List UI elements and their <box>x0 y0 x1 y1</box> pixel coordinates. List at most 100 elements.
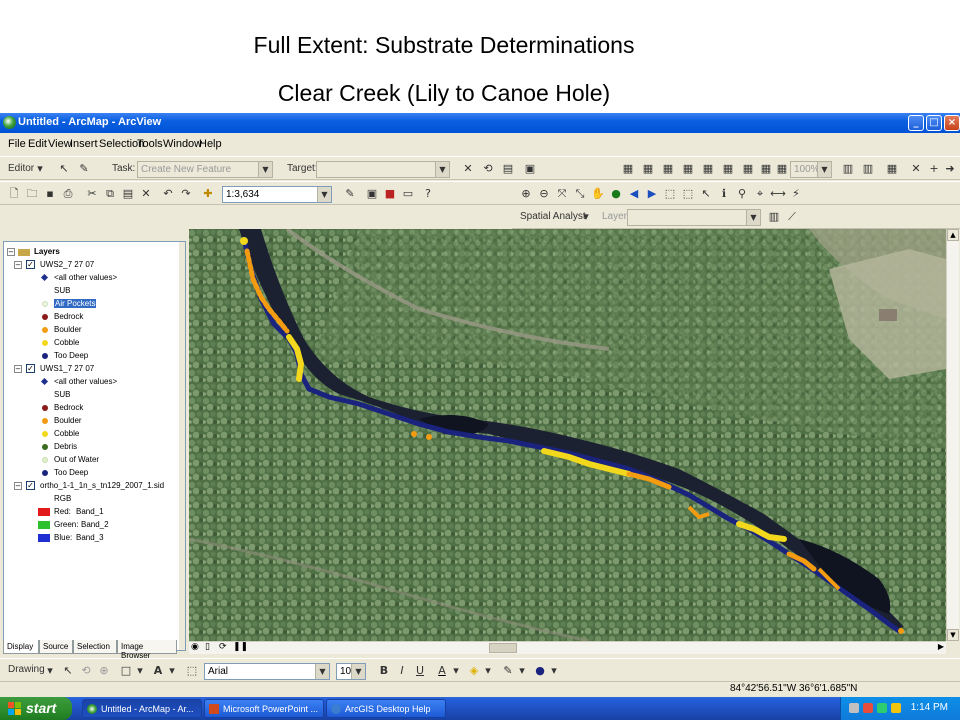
editor-menu[interactable]: Editor <box>8 163 34 179</box>
menu-view[interactable]: View <box>48 138 72 150</box>
undo-icon[interactable]: ↶ <box>160 186 176 202</box>
chevron-down-icon[interactable]: ▾ <box>578 209 594 225</box>
chevron-down-icon[interactable]: ▾ <box>132 663 148 679</box>
paste-icon[interactable]: ▤ <box>120 186 136 202</box>
scroll-right-icon[interactable]: ▶ <box>938 642 944 651</box>
toc-class-item[interactable]: Out of Water <box>4 454 184 467</box>
editor-toolbar-icon[interactable]: ✎ <box>342 186 358 202</box>
arccatalog-icon[interactable]: ▣ <box>364 186 380 202</box>
fixed-zoom-out-icon[interactable]: ⤡ <box>572 186 588 202</box>
print-icon[interactable]: ⎙ <box>60 186 76 202</box>
start-button[interactable]: start <box>0 697 72 720</box>
measure-icon[interactable]: ⟷ <box>770 186 786 202</box>
add-data-icon[interactable]: ✚ <box>200 186 216 202</box>
tray-icon[interactable] <box>891 703 901 713</box>
cut-icon[interactable]: ✂ <box>84 186 100 202</box>
help-icon[interactable]: ? <box>420 186 436 202</box>
toc-class-item[interactable]: Boulder <box>4 324 184 337</box>
zoom-out-icon[interactable]: ⊖ <box>536 186 552 202</box>
georef-5-icon[interactable]: ▦ <box>700 161 716 177</box>
toc-class-item[interactable]: Debris <box>4 441 184 454</box>
identify-icon[interactable]: ℹ <box>716 186 732 202</box>
toc-class-item[interactable]: Air Pockets <box>4 298 184 311</box>
minimize-button[interactable]: _ <box>908 115 924 131</box>
toc-layer-uws2[interactable]: − ✓ UWS2_7 27 07 <box>4 259 184 272</box>
font-size-select[interactable]: 10 ▼ <box>336 663 366 680</box>
arrow-icon[interactable]: ➜ <box>942 161 958 177</box>
copy-icon[interactable]: ⧉ <box>102 186 118 202</box>
delete-icon[interactable]: ✕ <box>908 161 924 177</box>
layout-view-icon[interactable]: ▯ <box>205 642 210 652</box>
window-titlebar[interactable]: Untitled - ArcMap - ArcView _ □ × <box>0 113 960 133</box>
toc-band-item[interactable]: Blue: Band_3 <box>4 532 184 545</box>
menu-insert[interactable]: Insert <box>70 138 98 150</box>
toc-class-item[interactable]: Cobble <box>4 428 184 441</box>
font-select[interactable]: Arial ▼ <box>204 663 330 680</box>
tray-icon[interactable] <box>863 703 873 713</box>
layer-visibility-checkbox[interactable]: ✓ <box>26 260 35 269</box>
split-tool-icon[interactable]: ✕ <box>460 161 476 177</box>
menu-tools[interactable]: Tools <box>137 138 163 150</box>
rotate-tool-icon[interactable]: ⟲ <box>480 161 496 177</box>
pan-icon[interactable]: ✋ <box>590 186 606 202</box>
select-features-icon[interactable]: ⬚ <box>662 186 678 202</box>
toc-class-item[interactable]: Boulder <box>4 415 184 428</box>
zoom-to-selected-icon[interactable]: ⊕ <box>96 663 112 679</box>
layout-icon[interactable]: ▥ <box>840 161 856 177</box>
data-view-icon[interactable]: ◉ <box>191 642 199 652</box>
toc-class-item[interactable]: Cobble <box>4 337 184 350</box>
go-to-xy-icon[interactable]: ⌖ <box>752 186 768 202</box>
contour-icon[interactable]: ⟋ <box>784 209 800 225</box>
menu-window[interactable]: Window <box>163 138 202 150</box>
find-icon[interactable]: ⚲ <box>734 186 750 202</box>
tab-image-browser[interactable]: Image Browser <box>117 640 177 660</box>
target-select[interactable]: ▼ <box>316 161 450 178</box>
tab-selection[interactable]: Selection <box>73 640 117 654</box>
toc-layer-ortho[interactable]: − ✓ ortho_1-1_1n_s_tn129_2007_1.sid <box>4 480 184 493</box>
task-powerpoint[interactable]: Microsoft PowerPoint ... <box>204 699 324 718</box>
georef-6-icon[interactable]: ▦ <box>720 161 736 177</box>
menu-file[interactable]: File <box>8 138 26 150</box>
open-folder-icon[interactable]: 🗀 <box>24 186 40 202</box>
refresh-icon[interactable]: ⟳ <box>219 642 227 652</box>
map-display[interactable] <box>189 229 946 641</box>
histogram-icon[interactable]: ▥ <box>766 209 782 225</box>
sketch-properties-icon[interactable]: ▣ <box>522 161 538 177</box>
menu-edit[interactable]: Edit <box>28 138 47 150</box>
close-button[interactable]: × <box>944 115 960 131</box>
bold-button[interactable]: B <box>376 663 392 679</box>
map-vertical-scrollbar[interactable]: ▲ ▼ <box>946 229 959 641</box>
georef-7-icon[interactable]: ▦ <box>740 161 756 177</box>
chevron-down-icon[interactable]: ▾ <box>546 663 562 679</box>
command-line-icon[interactable]: ▭ <box>400 186 416 202</box>
toc-class-item[interactable]: Bedrock <box>4 311 184 324</box>
toc-root[interactable]: − Layers <box>4 246 184 259</box>
italic-button[interactable]: I <box>394 663 410 679</box>
collapse-icon[interactable]: − <box>14 482 22 490</box>
scroll-thumb[interactable] <box>489 643 517 653</box>
edit-vertices-icon[interactable]: ⬚ <box>184 663 200 679</box>
toc-class-item[interactable]: Too Deep <box>4 467 184 480</box>
chevron-down-icon[interactable]: ▾ <box>448 663 464 679</box>
select-elements-icon[interactable]: ↖ <box>60 663 76 679</box>
forward-extent-icon[interactable]: ▶ <box>644 186 660 202</box>
chevron-down-icon[interactable]: ▾ <box>480 663 496 679</box>
rotate-icon[interactable]: ⟲ <box>78 663 94 679</box>
map-horizontal-scrollbar[interactable]: ◉ ▯ ⟳ ❚❚ ▶ <box>189 641 946 654</box>
toc-band-item[interactable]: Green: Band_2 <box>4 519 184 532</box>
task-arcmap[interactable]: Untitled - ArcMap - Ar... <box>82 699 202 718</box>
chevron-down-icon[interactable]: ▾ <box>514 663 530 679</box>
layer-visibility-checkbox[interactable]: ✓ <box>26 364 35 373</box>
chevron-down-icon[interactable]: ▾ <box>164 663 180 679</box>
toc-class-item[interactable]: Bedrock <box>4 402 184 415</box>
layer-visibility-checkbox[interactable]: ✓ <box>26 481 35 490</box>
underline-button[interactable]: U <box>412 663 428 679</box>
layout-2-icon[interactable]: ▥ <box>860 161 876 177</box>
editor-dropdown-icon[interactable]: ▾ <box>32 161 48 177</box>
zoom-percent-select[interactable]: 100% ▼ <box>790 161 832 178</box>
clear-selection-icon[interactable]: ⬚ <box>680 186 696 202</box>
layer-select[interactable]: ▼ <box>627 209 761 226</box>
map-scale-select[interactable]: 1:3,634 ▼ <box>222 186 332 203</box>
tab-source[interactable]: Source <box>39 640 73 654</box>
scroll-down-icon[interactable]: ▼ <box>947 629 959 641</box>
